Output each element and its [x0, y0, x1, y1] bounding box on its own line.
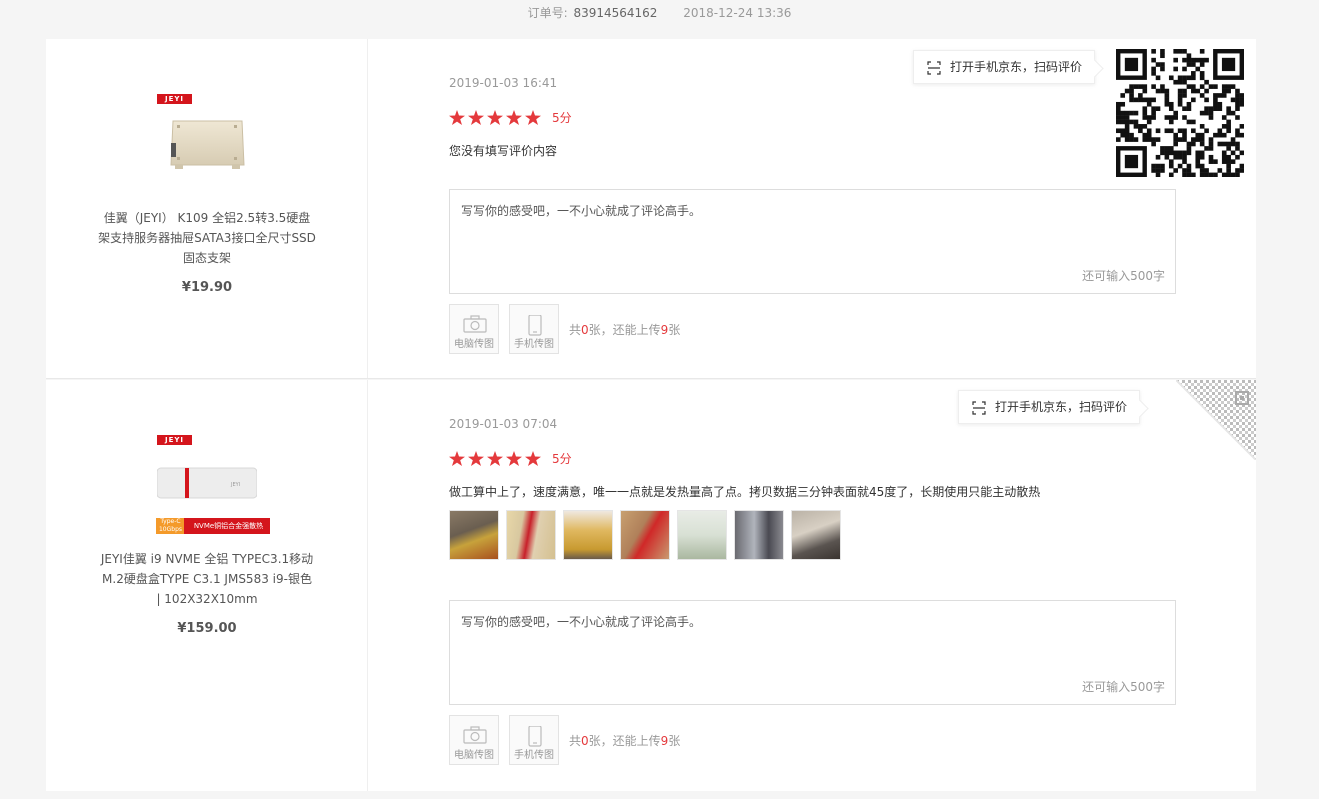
- camera-icon: [463, 315, 487, 333]
- review-card: JEYI JEYI Type-C 10Gbps NVMe铜铝合金强散热 JEYI…: [46, 380, 1256, 791]
- review-textarea[interactable]: 写写你的感受吧，一不小心就成了评论高手。 还可输入500字: [449, 189, 1176, 294]
- qr-corner-toggle[interactable]: [1176, 380, 1256, 460]
- review-photo-thumb[interactable]: [506, 510, 556, 560]
- pc-upload-label: 电脑传图: [454, 339, 494, 350]
- review-date: 2019-01-03 07:04: [449, 417, 558, 431]
- review-photo-thumb[interactable]: [449, 510, 499, 560]
- scan-qr-tip[interactable]: 打开手机京东，扫码评价: [958, 390, 1141, 424]
- star-icon[interactable]: [468, 451, 484, 466]
- review-date: 2019-01-03 16:41: [449, 76, 558, 90]
- rating-score: 5分: [552, 452, 572, 466]
- svg-text:JEYI: JEYI: [230, 482, 240, 488]
- char-count: 还可输入500字: [1082, 680, 1165, 694]
- hdd-bracket-image: [170, 120, 245, 169]
- product-price: ¥159.00: [177, 621, 237, 636]
- brand-logo: JEYI: [157, 94, 192, 104]
- pc-upload-label: 电脑传图: [454, 750, 494, 761]
- upload-info: 共0张，还能上传9张: [569, 734, 681, 748]
- order-time: 2018-12-24 13:36: [683, 6, 792, 20]
- star-icon[interactable]: [487, 451, 503, 466]
- star-icon[interactable]: [525, 451, 541, 466]
- review-comment: 做工算中上了，速度满意，唯一一点就是发热量高了点。拷贝数据三分钟表面就45度了，…: [449, 485, 1041, 499]
- star-icon[interactable]: [506, 110, 522, 125]
- scan-qr-tip[interactable]: 打开手机京东，扫码评价: [913, 50, 1096, 84]
- qr-corner-icon: [1176, 380, 1256, 460]
- review-photo-thumb[interactable]: [791, 510, 841, 560]
- qr-code: [1116, 49, 1245, 178]
- camera-icon: [463, 726, 487, 744]
- mobile-upload-button[interactable]: 手机传图: [509, 715, 559, 765]
- star-icon[interactable]: [468, 110, 484, 125]
- star-icon[interactable]: [525, 110, 541, 125]
- product-name[interactable]: 佳翼（JEYI） K109 全铝2.5转3.5硬盘 架支持服务器抽屉SATA3接…: [87, 208, 327, 268]
- product-info: JEYI JEYI Type-C 10Gbps NVMe铜铝合金强散热 JEYI…: [46, 380, 368, 791]
- pc-upload-button[interactable]: 电脑传图: [449, 715, 499, 765]
- review-photos: [449, 510, 848, 560]
- review-photo-thumb[interactable]: [734, 510, 784, 560]
- char-count: 还可输入500字: [1082, 269, 1165, 283]
- star-icon[interactable]: [487, 110, 503, 125]
- product-info: JEYI 佳翼（JEYI） K109 全铝2.5转3.5硬盘 架支持服务器抽屉S…: [46, 39, 368, 378]
- upload-info: 共0张，还能上传9张: [569, 323, 681, 337]
- qr-code-image: [1116, 49, 1245, 178]
- ssd-enclosure-image: JEYI: [156, 467, 258, 499]
- review-card: JEYI 佳翼（JEYI） K109 全铝2.5转3.5硬盘 架支持服务器抽屉S…: [46, 39, 1256, 379]
- star-rating[interactable]: 5分: [449, 109, 572, 126]
- phone-icon: [528, 726, 542, 747]
- review-photo-thumb[interactable]: [620, 510, 670, 560]
- mobile-upload-button[interactable]: 手机传图: [509, 304, 559, 354]
- scan-icon: [927, 61, 941, 75]
- pc-upload-button[interactable]: 电脑传图: [449, 304, 499, 354]
- mobile-upload-label: 手机传图: [514, 339, 554, 350]
- star-icon[interactable]: [449, 110, 465, 125]
- scan-icon: [972, 401, 986, 415]
- review-textarea[interactable]: 写写你的感受吧，一不小心就成了评论高手。 还可输入500字: [449, 600, 1176, 705]
- product-price: ¥19.90: [181, 280, 233, 295]
- star-icon[interactable]: [506, 451, 522, 466]
- rating-score: 5分: [552, 111, 572, 125]
- order-header: 订单号: 83914564162 2018-12-24 13:36: [0, 0, 1319, 28]
- phone-icon: [528, 315, 542, 336]
- product-image[interactable]: [170, 113, 245, 171]
- product-image[interactable]: JEYI: [156, 466, 258, 500]
- product-badge: Type-C 10Gbps NVMe铜铝合金强散热: [156, 518, 270, 534]
- textarea-placeholder: 写写你的感受吧，一不小心就成了评论高手。: [461, 204, 702, 218]
- review-comment: 您没有填写评价内容: [449, 144, 558, 158]
- review-photo-thumb[interactable]: [677, 510, 727, 560]
- order-number-label: 订单号:: [527, 6, 568, 20]
- star-rating[interactable]: 5分: [449, 450, 572, 467]
- order-number[interactable]: 83914564162: [573, 6, 657, 20]
- product-name[interactable]: JEYI佳翼 i9 NVME 全铝 TYPEC3.1移动 M.2硬盘盒TYPE …: [87, 549, 327, 609]
- review-photo-thumb[interactable]: [563, 510, 613, 560]
- mobile-upload-label: 手机传图: [514, 750, 554, 761]
- brand-logo: JEYI: [157, 435, 192, 445]
- textarea-placeholder: 写写你的感受吧，一不小心就成了评论高手。: [461, 615, 702, 629]
- star-icon[interactable]: [449, 451, 465, 466]
